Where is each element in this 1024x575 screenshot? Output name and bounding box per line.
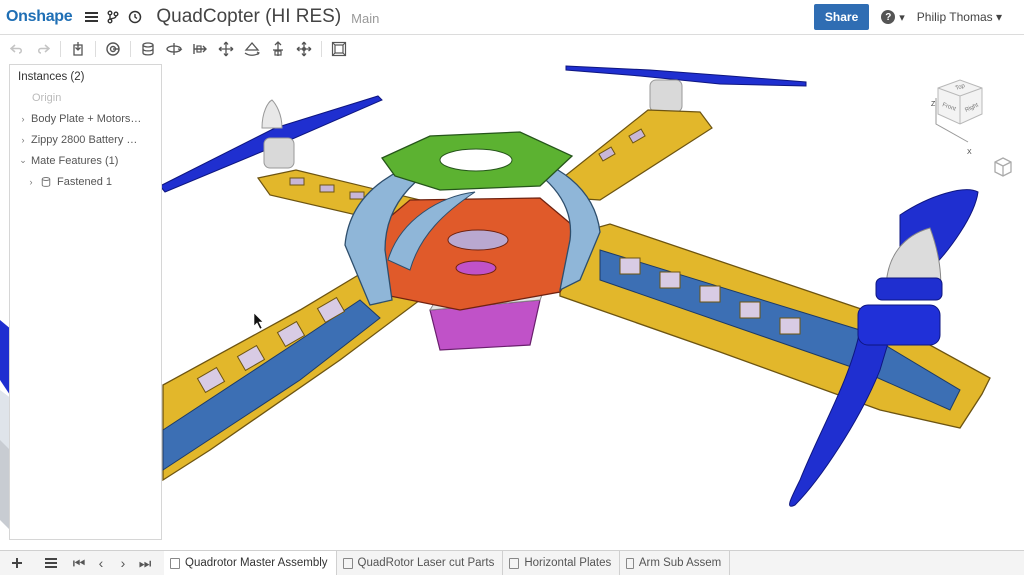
- instance-body-plate[interactable]: › Body Plate + Motors…: [10, 108, 161, 129]
- document-title[interactable]: QuadCopter (HI RES): [156, 6, 341, 28]
- share-button[interactable]: Share: [813, 4, 870, 30]
- next-tab-icon[interactable]: ›: [112, 551, 134, 575]
- view-cube[interactable]: Top Front Right Z X: [918, 78, 992, 160]
- user-name: Philip Thomas: [916, 10, 993, 24]
- planar-mate-icon[interactable]: [213, 37, 239, 61]
- tab-label: QuadRotor Laser cut Parts: [357, 557, 495, 569]
- cylindrical-mate-icon[interactable]: [239, 37, 265, 61]
- axis-x-label: X: [967, 149, 972, 156]
- instances-title: Instances (2): [18, 71, 85, 83]
- instances-panel: Instances (2) Origin › Body Plate + Moto…: [9, 64, 162, 540]
- instance-label: Zippy 2800 Battery …: [31, 133, 138, 146]
- tab-arm-sub-assembly[interactable]: Arm Sub Assem: [620, 551, 731, 575]
- assembly-toolbar: [0, 36, 1024, 62]
- chevron-right-icon[interactable]: ›: [26, 177, 36, 187]
- workspace-name[interactable]: Main: [351, 11, 379, 26]
- axis-z-label: Z: [931, 101, 936, 108]
- top-plate: [381, 131, 574, 191]
- mouse-cursor: [253, 312, 264, 330]
- toolbar-divider: [130, 41, 131, 57]
- fastened-mate-item[interactable]: › Fastened 1: [10, 171, 161, 192]
- instance-battery[interactable]: › Zippy 2800 Battery …: [10, 129, 161, 150]
- fastened-mate-icon[interactable]: [135, 37, 161, 61]
- chevron-right-icon[interactable]: ›: [18, 135, 28, 145]
- arm-back-right: [559, 109, 713, 201]
- first-tab-icon[interactable]: ⏮: [68, 551, 90, 575]
- history-clock-icon[interactable]: [124, 6, 146, 28]
- help-icon: ?: [881, 10, 896, 24]
- user-menu[interactable]: Philip Thomas ▾: [917, 10, 1002, 24]
- insert-icon[interactable]: [65, 37, 91, 61]
- tab-label: Quadrotor Master Assembly: [185, 557, 328, 569]
- fastened-mate-icon: [40, 176, 52, 188]
- onshape-logo[interactable]: Onshape: [6, 8, 73, 26]
- instance-label: Body Plate + Motors…: [31, 112, 142, 125]
- assembly-icon: [170, 557, 180, 569]
- tab-label: Horizontal Plates: [524, 557, 612, 569]
- toolbar-divider: [321, 41, 322, 57]
- view-options-cube-icon[interactable]: [993, 156, 1013, 178]
- tab-horizontal-plates[interactable]: Horizontal Plates: [503, 551, 621, 575]
- tab-list-icon[interactable]: [34, 551, 68, 575]
- origin-item[interactable]: Origin: [10, 87, 161, 108]
- assembly-icon: [626, 557, 634, 569]
- tab-label: Arm Sub Assem: [638, 557, 722, 569]
- undo-icon[interactable]: [4, 37, 30, 61]
- previous-tab-icon[interactable]: ‹: [90, 551, 112, 575]
- chevron-down-icon[interactable]: ⌄: [18, 155, 28, 166]
- branch-icon[interactable]: [102, 6, 124, 28]
- mate-connector-icon[interactable]: [100, 37, 126, 61]
- chevron-down-icon: ▾: [899, 11, 905, 24]
- slider-mate-icon[interactable]: [187, 37, 213, 61]
- mate-features-group[interactable]: ⌄ Mate Features (1): [10, 150, 161, 171]
- chevron-right-icon[interactable]: ›: [18, 114, 28, 124]
- mate-features-label: Mate Features (1): [31, 154, 119, 167]
- part-studio-icon: [342, 557, 353, 569]
- add-tab-icon[interactable]: [0, 551, 34, 575]
- part-studio-icon: [509, 557, 520, 569]
- menu-icon[interactable]: [80, 6, 102, 28]
- top-bar: Onshape QuadCopter (HI RES) Main Share ?…: [0, 0, 1024, 35]
- tab-quadrotor-master-assembly[interactable]: Quadrotor Master Assembly: [164, 551, 337, 575]
- fastened-label: Fastened 1: [57, 175, 113, 188]
- toolbar-divider: [95, 41, 96, 57]
- chevron-down-icon: ▾: [995, 10, 1002, 24]
- back-right-propeller: [565, 65, 807, 113]
- revolute-mate-icon[interactable]: [161, 37, 187, 61]
- explode-icon[interactable]: [326, 37, 352, 61]
- pin-slot-mate-icon[interactable]: [265, 37, 291, 61]
- tab-quadrotor-laser-cut-parts[interactable]: QuadRotor Laser cut Parts: [337, 551, 504, 575]
- bottom-tab-bar: ⏮ ‹ › ⏭ Quadrotor Master Assembly QuadRo…: [0, 550, 1024, 575]
- redo-icon[interactable]: [30, 37, 56, 61]
- toolbar-divider: [60, 41, 61, 57]
- ball-mate-icon[interactable]: [291, 37, 317, 61]
- help-menu[interactable]: ? ▾: [881, 10, 905, 24]
- last-tab-icon[interactable]: ⏭: [134, 551, 156, 575]
